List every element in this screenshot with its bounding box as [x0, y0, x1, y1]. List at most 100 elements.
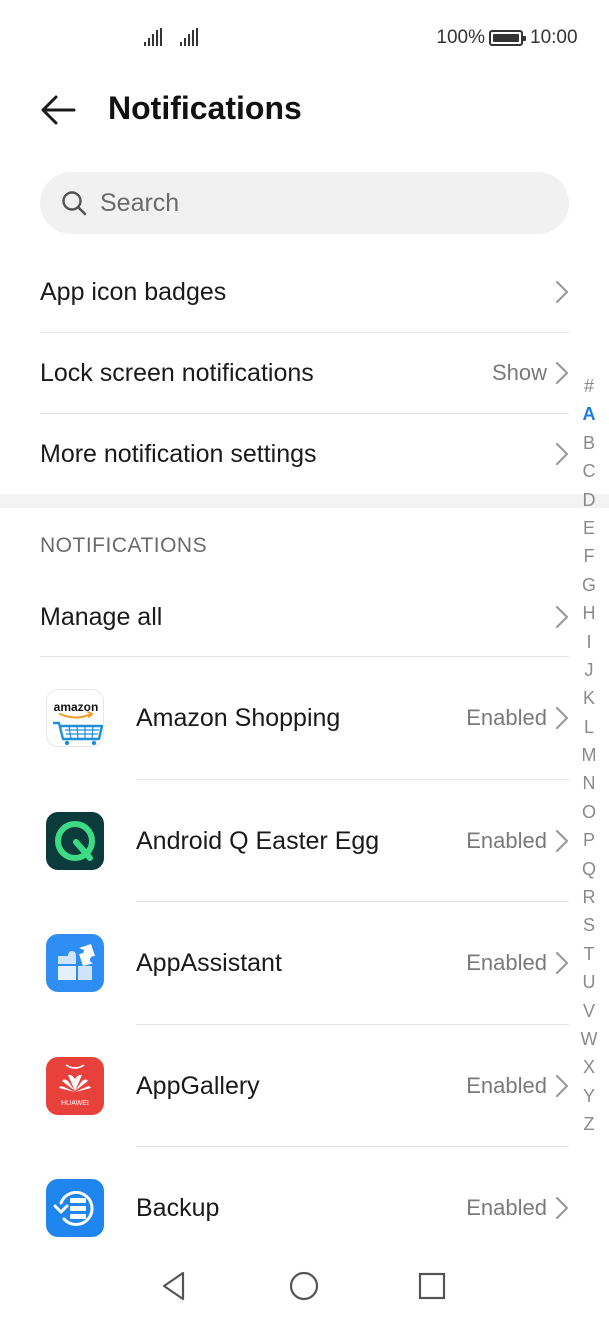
- row-right: [555, 605, 569, 629]
- status-bar: 100% 10:00: [0, 0, 609, 76]
- row-label: Manage all: [40, 602, 163, 631]
- alphabet-letter[interactable]: F: [584, 542, 595, 570]
- android-q-icon: [46, 812, 104, 870]
- app-name: AppAssistant: [136, 948, 282, 977]
- chevron-right-icon: [555, 1074, 569, 1098]
- alphabet-letter[interactable]: S: [583, 911, 595, 939]
- app-item-amazon-shopping[interactable]: amazon Amazon Shopping Enabled: [40, 657, 569, 779]
- amazon-logo: amazon: [53, 700, 103, 746]
- alphabet-letter[interactable]: O: [582, 798, 596, 826]
- huawei-icon: HUAWEI: [46, 1057, 104, 1115]
- chevron-right-icon: [555, 951, 569, 975]
- chevron-right-icon: [555, 280, 569, 304]
- alphabet-letter[interactable]: G: [582, 571, 596, 599]
- alphabet-letter[interactable]: T: [584, 940, 595, 968]
- alphabet-letter[interactable]: A: [583, 400, 596, 428]
- chevron-right-icon: [555, 361, 569, 385]
- puzzle-logo: [58, 944, 95, 980]
- lock-screen-notifications-item[interactable]: Lock screen notifications Show: [40, 333, 569, 413]
- chevron-right-icon: [555, 706, 569, 730]
- row-right: Enabled: [466, 1073, 569, 1099]
- chevron-right-icon: [555, 829, 569, 853]
- alphabet-letter[interactable]: #: [584, 372, 594, 400]
- amazon-logo-text: amazon: [54, 700, 99, 714]
- alphabet-index[interactable]: # A B C D E F G H I J K L M N O P Q R S T U V W X Y Z: [577, 372, 601, 1139]
- alphabet-letter[interactable]: Y: [583, 1082, 595, 1110]
- lock-screen-value: Show: [491, 360, 547, 385]
- app-name: Backup: [136, 1193, 220, 1222]
- alphabet-letter[interactable]: H: [583, 599, 596, 627]
- arrow-left-icon: [41, 95, 76, 125]
- section-header: NOTIFICATIONS: [40, 534, 208, 557]
- row-right: Enabled: [466, 1195, 569, 1221]
- search-icon: [62, 191, 87, 216]
- search-bar[interactable]: [40, 172, 569, 234]
- header: Notifications: [0, 80, 609, 140]
- nav-recents-button[interactable]: [414, 1268, 450, 1304]
- backup-logo: [53, 1190, 94, 1226]
- chevron-right-icon: [555, 442, 569, 466]
- page-title: Notifications: [108, 90, 302, 126]
- search-input[interactable]: [100, 188, 500, 218]
- triangle-back-icon: [162, 1271, 185, 1301]
- alphabet-letter[interactable]: D: [583, 486, 596, 514]
- app-status: Enabled: [466, 705, 547, 730]
- alphabet-letter[interactable]: B: [583, 429, 595, 457]
- app-name: Android Q Easter Egg: [136, 826, 380, 855]
- alphabet-letter[interactable]: X: [583, 1053, 595, 1081]
- huawei-logo-text: HUAWEI: [61, 1100, 89, 1107]
- back-button[interactable]: [36, 88, 84, 132]
- alphabet-letter[interactable]: P: [583, 826, 595, 854]
- backup-icon: [46, 1179, 104, 1237]
- chevron-right-icon: [555, 1196, 569, 1220]
- row-right: Enabled: [466, 705, 569, 731]
- alphabet-letter[interactable]: J: [585, 656, 594, 684]
- alphabet-letter[interactable]: N: [583, 769, 596, 797]
- circle-home-icon: [289, 1271, 319, 1301]
- alphabet-letter[interactable]: C: [583, 457, 596, 485]
- row-right: Show: [492, 360, 569, 386]
- row-label: App icon badges: [40, 277, 227, 306]
- alphabet-letter[interactable]: Z: [584, 1110, 595, 1138]
- row-label: More notification settings: [40, 439, 317, 468]
- alphabet-letter[interactable]: M: [582, 741, 597, 769]
- app-item-appgallery[interactable]: HUAWEI AppGallery Enabled: [40, 1025, 569, 1147]
- alphabet-letter[interactable]: I: [586, 628, 591, 656]
- alphabet-letter[interactable]: E: [583, 514, 595, 542]
- clock: 10:00: [530, 27, 578, 48]
- manage-all-item[interactable]: Manage all: [40, 578, 569, 656]
- signal-icon: [180, 28, 198, 46]
- app-status: Enabled: [466, 950, 547, 975]
- nav-back-button[interactable]: [156, 1268, 192, 1304]
- section-separator: [0, 494, 609, 508]
- chevron-right-icon: [555, 605, 569, 629]
- app-status: Enabled: [466, 1073, 547, 1098]
- alphabet-letter[interactable]: U: [583, 968, 596, 996]
- row-label: Lock screen notifications: [40, 358, 314, 387]
- alphabet-letter[interactable]: R: [583, 883, 596, 911]
- battery-icon: [489, 30, 526, 46]
- more-notification-settings-item[interactable]: More notification settings: [40, 414, 569, 494]
- app-icon-badges-item[interactable]: App icon badges: [40, 252, 569, 332]
- battery-percentage: 100%: [436, 27, 485, 48]
- app-name: Amazon Shopping: [136, 703, 341, 732]
- alphabet-letter[interactable]: V: [583, 997, 595, 1025]
- app-name: AppGallery: [136, 1071, 260, 1100]
- app-status: Enabled: [466, 828, 547, 853]
- alphabet-letter[interactable]: L: [584, 713, 594, 741]
- row-right: [555, 280, 569, 304]
- alphabet-letter[interactable]: Q: [582, 855, 596, 883]
- puzzle-icon: [46, 934, 104, 992]
- huawei-logo: HUAWEI: [59, 1064, 91, 1107]
- app-item-appassistant[interactable]: AppAssistant Enabled: [40, 902, 569, 1024]
- amazon-icon: amazon: [46, 689, 104, 747]
- app-item-backup[interactable]: Backup Enabled: [40, 1147, 569, 1269]
- navigation-bar: [0, 1258, 609, 1314]
- signal-icon: [144, 28, 162, 46]
- android-q-logo: [55, 821, 95, 861]
- square-recents-icon: [418, 1272, 446, 1300]
- app-item-android-q-easter-egg[interactable]: Android Q Easter Egg Enabled: [40, 780, 569, 902]
- nav-home-button[interactable]: [286, 1268, 322, 1304]
- alphabet-letter[interactable]: K: [583, 684, 595, 712]
- alphabet-letter[interactable]: W: [581, 1025, 598, 1053]
